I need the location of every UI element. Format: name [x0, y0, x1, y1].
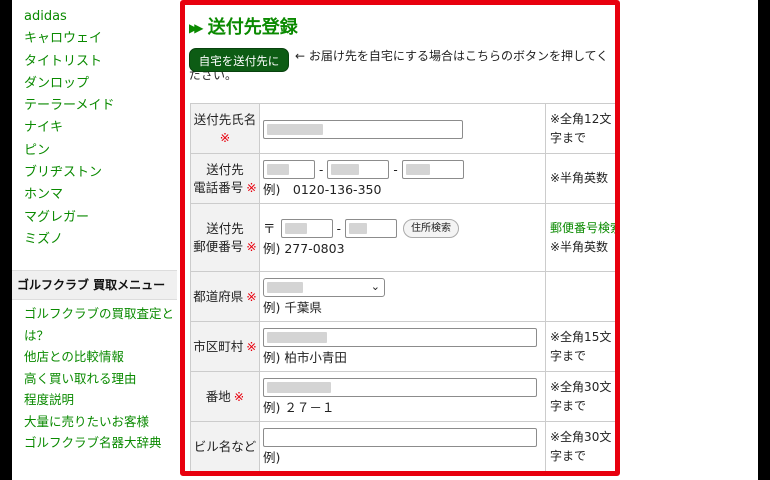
sidebar-item-brand[interactable]: ダンロップ: [24, 73, 114, 95]
form-row-zip: 送付先 郵便番号 ※ 〒 - 住所検索 例) 277-0803 郵便番号検索 ※半角…: [190, 203, 615, 272]
form-row-street: 番地 ※ 例) ２７－１ ※全角30文字まで: [190, 371, 615, 422]
sidebar-item-brand[interactable]: ミズノ: [24, 229, 114, 251]
form-row-building: ビル名など 例) ※全角30文字まで: [190, 421, 615, 471]
required-mark: ※: [246, 338, 257, 354]
field-note: ※全角15文字まで: [545, 321, 615, 372]
prefecture-select[interactable]: ⌄: [263, 278, 385, 297]
address-search-button[interactable]: 住所検索: [402, 219, 459, 238]
field-cell: 例): [259, 421, 546, 471]
zip-input-1[interactable]: [280, 219, 333, 238]
sidebar-item-brand[interactable]: ホンマ: [24, 184, 114, 206]
field-label: 番地 ※: [190, 371, 260, 422]
phone-input-3[interactable]: [401, 160, 464, 179]
phone-example: 例) 0120-136-350: [263, 182, 382, 197]
required-mark: ※: [219, 129, 231, 145]
sidebar-item-brand[interactable]: ナイキ: [24, 117, 114, 139]
field-cell: ⌄ 例) 千葉県: [259, 271, 546, 322]
building-label: ビル名など: [193, 438, 257, 454]
buy-menu-item[interactable]: 大量に売りたいお客様: [24, 411, 174, 433]
buy-menu-heading: ゴルフクラブ 買取メニュー: [12, 270, 177, 300]
zip-note: ※半角英数: [550, 239, 609, 254]
city-example: 例) 柏市小青田: [263, 350, 347, 365]
use-home-address-button[interactable]: 自宅を送付先に: [189, 48, 289, 72]
required-mark: ※: [246, 238, 257, 254]
city-input[interactable]: [263, 328, 537, 347]
building-input[interactable]: [263, 428, 537, 447]
buy-menu-item[interactable]: 程度説明: [24, 389, 174, 411]
field-cell: [259, 103, 546, 154]
zip-input-2[interactable]: [344, 219, 397, 238]
form-row-phone: 送付先 電話番号 ※ -- 例) 0120-136-350 ※半角英数: [190, 153, 615, 204]
sidebar-item-brand[interactable]: ピン: [24, 140, 114, 162]
buy-menu-item[interactable]: 他店との比較情報: [24, 346, 174, 368]
phone-label-line2: 電話番号: [193, 179, 244, 195]
required-mark: ※: [246, 179, 257, 195]
field-label: 市区町村 ※: [190, 321, 260, 372]
field-label: 送付先 電話番号 ※: [190, 153, 260, 204]
phone-label-line1: 送付先: [206, 161, 244, 177]
double-arrow-icon: ▶▶: [189, 21, 204, 35]
sidebar-item-brand[interactable]: キャロウェイ: [24, 28, 114, 50]
field-note: [545, 271, 615, 322]
field-cell: 例) 柏市小青田: [259, 321, 546, 372]
field-label: ビル名など: [190, 421, 260, 471]
sidebar-item-brand[interactable]: テーラーメイド: [24, 95, 114, 117]
field-cell: -- 例) 0120-136-350: [259, 153, 546, 204]
building-example: 例): [263, 450, 281, 465]
sidebar-item-brand[interactable]: adidas: [24, 6, 114, 28]
city-label: 市区町村: [193, 338, 244, 354]
name-input[interactable]: [263, 119, 463, 139]
brand-list: adidas キャロウェイ タイトリスト ダンロップ テーラーメイド ナイキ ピ…: [24, 6, 114, 251]
sidebar-item-brand[interactable]: タイトリスト: [24, 51, 114, 73]
required-mark: ※: [246, 288, 257, 304]
required-mark: ※: [233, 388, 245, 404]
field-label: 送付先氏名 ※: [190, 103, 260, 154]
buy-menu-item[interactable]: 高く買い取れる理由: [24, 368, 174, 390]
street-label: 番地: [205, 388, 231, 404]
sidebar-item-brand[interactable]: マグレガー: [24, 207, 114, 229]
phone-input-2[interactable]: [327, 160, 390, 179]
street-example: 例) ２７－１: [263, 400, 335, 415]
page: adidas キャロウェイ タイトリスト ダンロップ テーラーメイド ナイキ ピ…: [12, 0, 758, 480]
buy-menu-item[interactable]: ゴルフクラブ名器大辞典: [24, 432, 174, 454]
buy-menu-item[interactable]: ゴルフクラブの買取査定とは？: [24, 303, 174, 346]
phone-input-1[interactable]: [263, 160, 315, 179]
zip-label-line2: 郵便番号: [193, 238, 244, 254]
page-title-text: 送付先登録: [207, 17, 298, 38]
field-note: 郵便番号検索 ※半角英数: [545, 203, 615, 272]
field-label: 都道府県 ※: [190, 271, 260, 322]
zip-search-link[interactable]: 郵便番号検索: [550, 221, 615, 235]
pref-example: 例) 千葉県: [263, 300, 322, 315]
shipping-form-table: 送付先氏名 ※ ※全角12文字まで 送付先 電話番号 ※ -- 例) 0120-1…: [190, 103, 615, 471]
field-label: 送付先 郵便番号 ※: [190, 203, 260, 272]
sidebar-item-brand[interactable]: ブリヂストン: [24, 162, 114, 184]
form-row-name: 送付先氏名 ※ ※全角12文字まで: [190, 103, 615, 154]
postal-mark: 〒: [263, 221, 276, 236]
name-label: 送付先氏名: [193, 111, 257, 127]
field-note: ※全角12文字まで: [545, 103, 615, 154]
shipping-form-panel: ▶▶ 送付先登録 ← お届け先を自宅にする場合はこちらのボタンを押してください。…: [180, 0, 620, 476]
street-input[interactable]: [263, 378, 537, 397]
form-row-city: 市区町村 ※ 例) 柏市小青田 ※全角15文字まで: [190, 321, 615, 372]
page-title: ▶▶ 送付先登録: [189, 13, 298, 39]
zip-example: 例) 277-0803: [263, 241, 345, 256]
field-cell: 例) ２７－１: [259, 371, 546, 422]
zip-label-line1: 送付先: [206, 220, 244, 236]
form-row-prefecture: 都道府県 ※ ⌄ 例) 千葉県: [190, 271, 615, 322]
field-cell: 〒 - 住所検索 例) 277-0803: [259, 203, 546, 272]
pref-label: 都道府県: [193, 288, 244, 304]
field-note: ※全角30文字まで: [545, 371, 615, 422]
buy-menu-list: ゴルフクラブの買取査定とは？ 他店との比較情報 高く買い取れる理由 程度説明 大…: [24, 303, 174, 454]
chevron-down-icon: ⌄: [370, 280, 380, 293]
field-note: ※半角英数: [545, 153, 615, 204]
field-note: ※全角30文字まで: [545, 421, 615, 471]
